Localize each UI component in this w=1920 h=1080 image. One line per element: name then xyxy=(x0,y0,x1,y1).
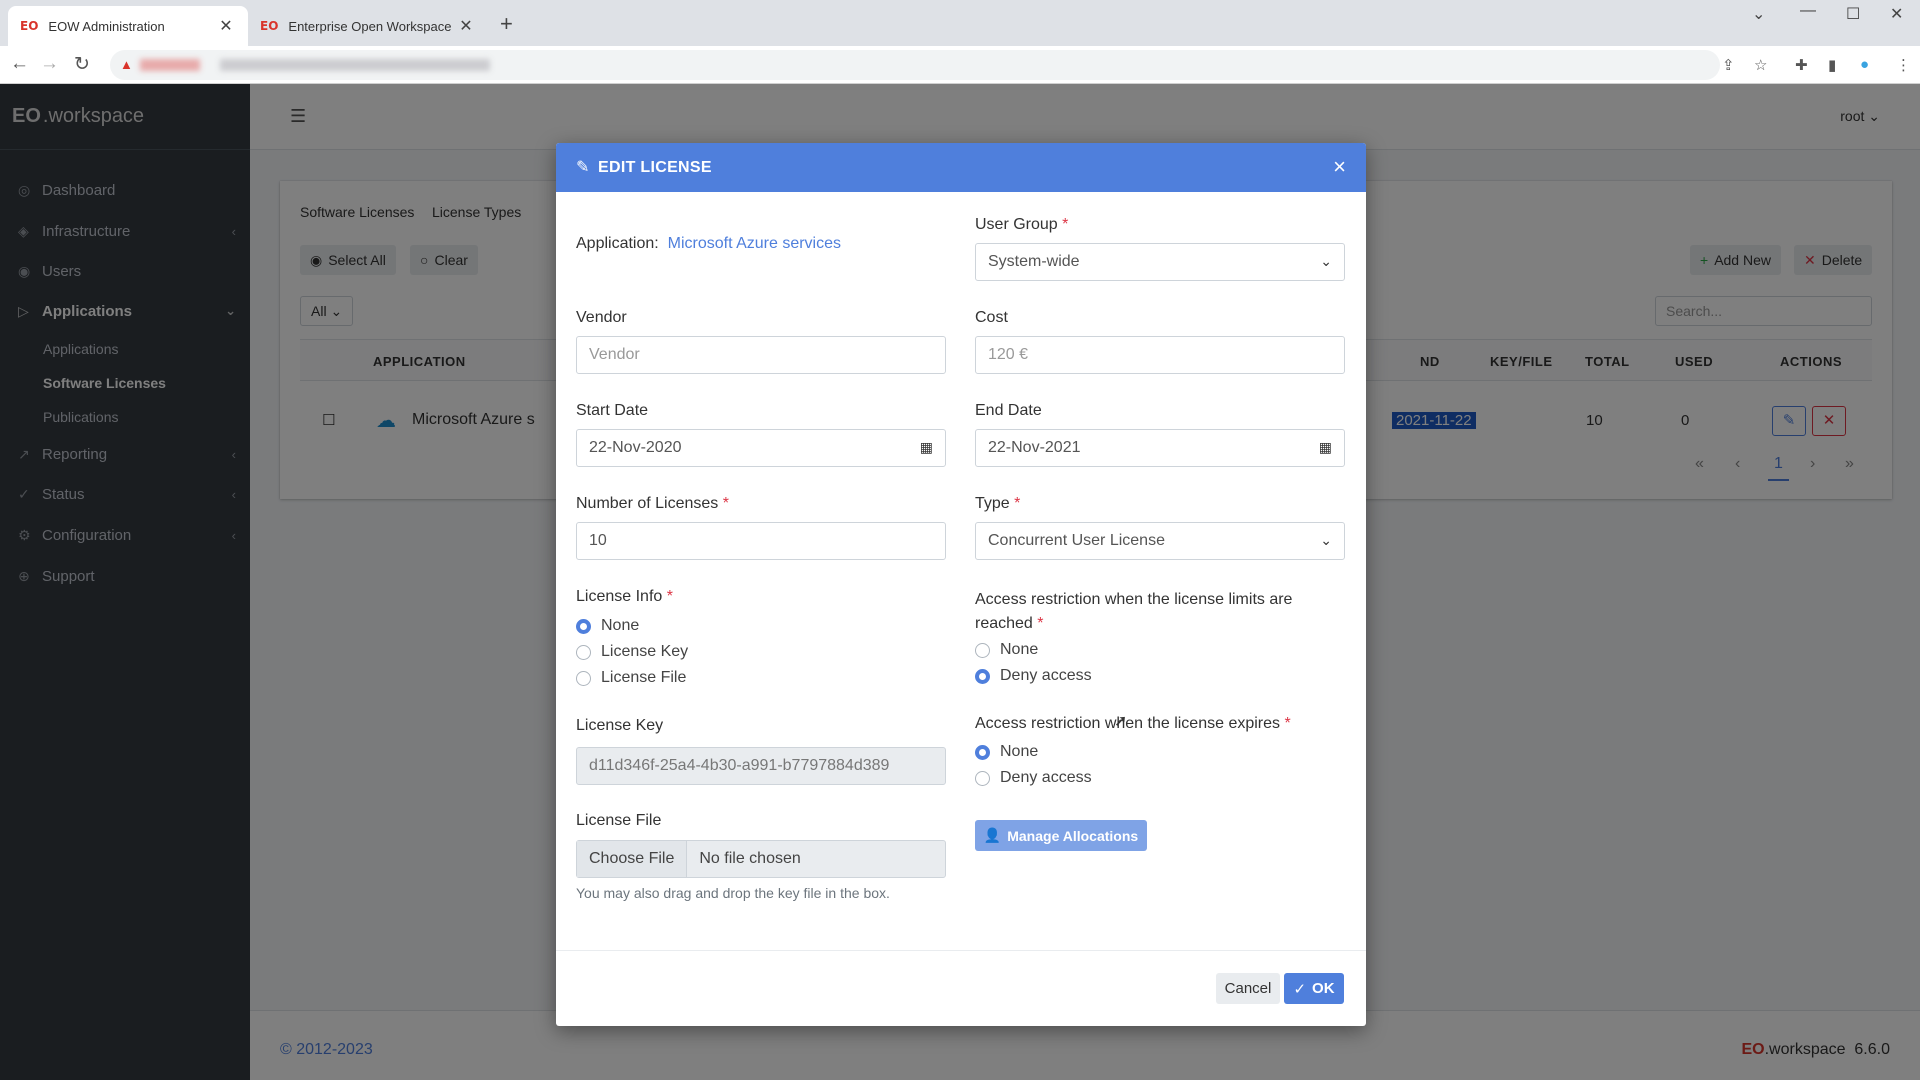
type-select[interactable]: Concurrent User License ⌄ xyxy=(975,522,1345,560)
extensions-icon[interactable]: ✚ xyxy=(1795,56,1808,74)
mouse-cursor-icon: ➚ xyxy=(1114,713,1128,730)
restriction-expires-label: Access restriction when the license expi… xyxy=(975,715,1291,732)
browser-tabbar: EO EOW Administration ✕ EO Enterprise Op… xyxy=(0,0,1920,46)
radio-unchecked-icon xyxy=(975,770,990,786)
start-date-input[interactable]: 22-Nov-2020 ▦ xyxy=(576,429,946,467)
application-label: Application: Microsoft Azure services xyxy=(576,235,841,252)
browser-tab-eow-administration[interactable]: EO EOW Administration ✕ xyxy=(8,6,248,46)
choose-file-button[interactable]: Choose File xyxy=(577,841,688,877)
calendar-icon[interactable]: ▦ xyxy=(920,439,933,456)
radio-checked-icon xyxy=(576,618,591,634)
forward-icon[interactable]: → xyxy=(40,53,59,75)
browser-tab-title: Enterprise Open Workspace xyxy=(288,18,452,34)
browser-tab-title: EOW Administration xyxy=(48,18,165,34)
user-group-label: User Group * xyxy=(975,216,1069,233)
radio-unchecked-icon xyxy=(975,642,990,658)
restriction-expires-deny-radio[interactable]: Deny access xyxy=(975,769,1092,787)
modal-footer-divider xyxy=(556,950,1366,951)
new-tab-icon[interactable]: + xyxy=(500,11,513,37)
license-key-input: d11d346f-25a4-4b30-a991-b7797884d389 xyxy=(576,747,946,785)
restriction-limits-deny-radio[interactable]: Deny access xyxy=(975,667,1092,685)
reload-icon[interactable]: ↻ xyxy=(74,53,90,76)
side-panel-icon[interactable]: ▮ xyxy=(1828,56,1836,74)
menu-kebab-icon[interactable]: ⋮ xyxy=(1896,56,1911,74)
close-tab-icon[interactable]: ✕ xyxy=(456,16,476,36)
license-info-none-radio[interactable]: None xyxy=(576,617,639,635)
start-date-label: Start Date xyxy=(576,402,649,419)
close-tab-icon[interactable]: ✕ xyxy=(216,16,236,36)
calendar-icon[interactable]: ▦ xyxy=(1319,439,1332,456)
minimize-icon[interactable]: — xyxy=(1800,2,1816,20)
license-file-label: License File xyxy=(576,812,662,829)
eo-favicon-icon: EO xyxy=(260,19,279,33)
browser-tab-enterprise-open-workspace[interactable]: EO Enterprise Open Workspace ✕ xyxy=(248,6,488,46)
share-icon[interactable]: ⇪ xyxy=(1722,56,1735,74)
user-icon: 👤 xyxy=(983,827,1002,843)
profile-icon[interactable]: ● xyxy=(1860,56,1869,73)
cancel-button[interactable]: Cancel xyxy=(1216,973,1280,1004)
tab-search-chevron-icon[interactable]: ⌄ xyxy=(1752,4,1765,24)
radio-checked-icon xyxy=(975,668,990,684)
back-icon[interactable]: ← xyxy=(10,53,29,75)
license-info-key-radio[interactable]: License Key xyxy=(576,643,688,661)
close-icon[interactable]: × xyxy=(1333,154,1346,180)
type-label: Type * xyxy=(975,495,1021,512)
license-info-file-radio[interactable]: License File xyxy=(576,669,686,687)
num-licenses-input[interactable]: 10 xyxy=(576,522,946,560)
end-date-label: End Date xyxy=(975,402,1042,419)
close-window-icon[interactable]: ✕ xyxy=(1890,4,1903,24)
chevron-down-icon: ⌄ xyxy=(1320,253,1332,269)
restriction-limits-none-radio[interactable]: None xyxy=(975,641,1038,659)
edit-license-modal: ✎ EDIT LICENSE × Application: Microsoft … xyxy=(556,143,1366,1026)
license-file-input[interactable]: Choose File No file chosen xyxy=(576,840,946,878)
end-date-input[interactable]: 22-Nov-2021 ▦ xyxy=(975,429,1345,467)
ok-button[interactable]: ✓ OK xyxy=(1284,973,1344,1004)
bookmark-star-icon[interactable]: ☆ xyxy=(1754,56,1767,74)
file-status: No file chosen xyxy=(699,850,801,867)
restriction-limits-label: Access restriction when the license limi… xyxy=(975,591,1293,632)
modal-backdrop-sidebar[interactable] xyxy=(0,84,250,1080)
cost-input[interactable]: 120 € xyxy=(975,336,1345,374)
eo-favicon-icon: EO xyxy=(20,19,39,33)
vendor-input[interactable]: Vendor xyxy=(576,336,946,374)
license-file-hint: You may also drag and drop the key file … xyxy=(576,885,890,901)
radio-unchecked-icon xyxy=(576,644,591,660)
address-bar[interactable]: ▲ xyxy=(110,50,1720,80)
check-icon: ✓ xyxy=(1293,980,1307,998)
num-licenses-label: Number of Licenses * xyxy=(576,495,729,512)
license-info-label: License Info * xyxy=(576,588,673,605)
blurred-url xyxy=(140,59,490,71)
maximize-icon[interactable]: ☐ xyxy=(1846,4,1860,24)
modal-header: ✎ EDIT LICENSE × xyxy=(556,143,1366,192)
radio-unchecked-icon xyxy=(576,670,591,686)
application-link[interactable]: Microsoft Azure services xyxy=(668,235,841,252)
manage-allocations-button[interactable]: 👤 Manage Allocations xyxy=(975,820,1147,851)
license-key-label: License Key xyxy=(576,717,664,734)
modal-title: EDIT LICENSE xyxy=(598,159,712,176)
pencil-icon: ✎ xyxy=(576,159,590,176)
user-group-select[interactable]: System-wide ⌄ xyxy=(975,243,1345,281)
cost-label: Cost xyxy=(975,309,1008,326)
restriction-expires-none-radio[interactable]: None xyxy=(975,743,1038,761)
vendor-label: Vendor xyxy=(576,309,627,326)
chevron-down-icon: ⌄ xyxy=(1320,532,1332,548)
radio-checked-icon xyxy=(975,744,990,760)
not-secure-icon: ▲ xyxy=(120,57,133,72)
browser-toolbar: ← → ↻ ▲ ⇪ ☆ ✚ ▮ ● ⋮ xyxy=(0,46,1920,84)
